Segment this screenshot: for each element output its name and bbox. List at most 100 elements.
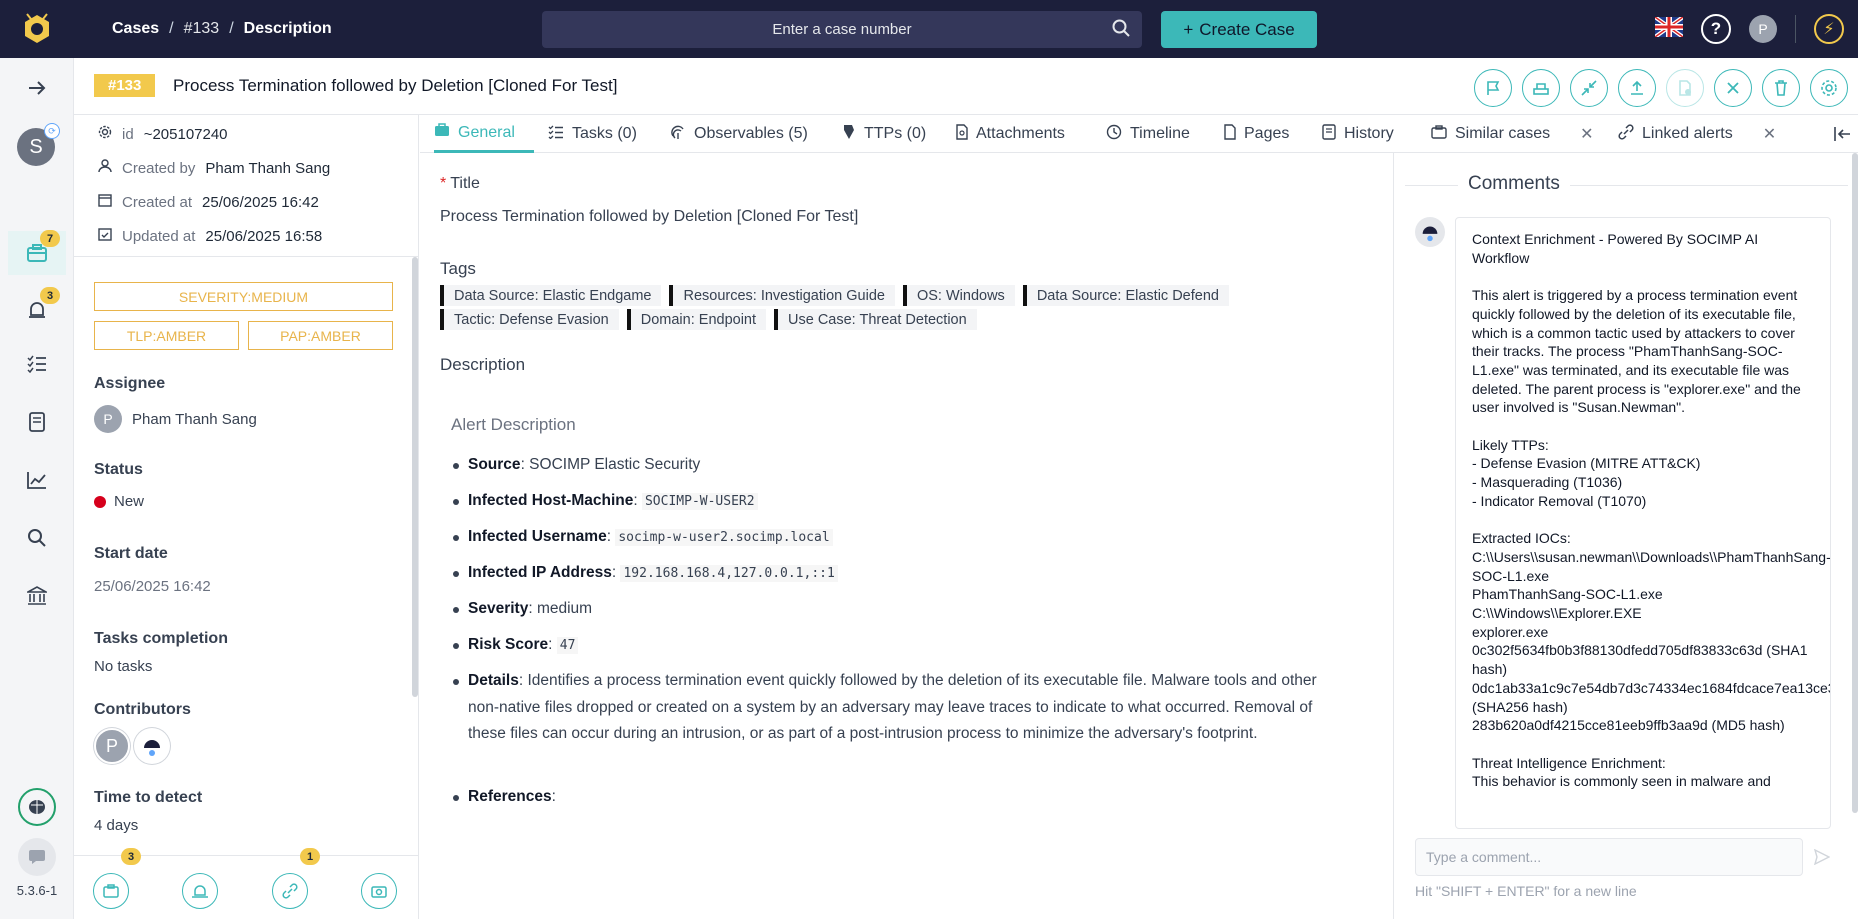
close-tab-icon[interactable]: ✕ — [1580, 124, 1593, 144]
tab-linked-alerts[interactable]: Linked alerts ✕ — [1618, 115, 1776, 153]
created-at-value: 25/06/2025 16:42 — [202, 193, 319, 211]
briefcase-icon — [434, 123, 450, 142]
tlp-badge[interactable]: TLP:AMBER — [94, 321, 239, 350]
meta-id: id ~205107240 — [98, 125, 228, 143]
comments-scrollbar[interactable] — [1852, 153, 1858, 813]
search-placeholder: Enter a case number — [772, 21, 912, 38]
screenshot-button[interactable] — [361, 873, 397, 909]
gear-icon — [98, 125, 112, 143]
created-at-label: Created at — [122, 193, 193, 211]
search-icon[interactable] — [1112, 19, 1130, 41]
list-item: References: — [453, 784, 1348, 811]
assignee[interactable]: P Pham Thanh Sang — [94, 405, 257, 433]
tab-attachments[interactable]: Attachments — [956, 115, 1065, 153]
case-header: #133 Process Termination followed by Del… — [74, 58, 1858, 115]
side-panel-scrollbar[interactable] — [412, 257, 418, 697]
tag[interactable]: Data Source: Elastic Defend — [1022, 285, 1229, 306]
id-label: id — [122, 125, 134, 143]
breadcrumb-case[interactable]: #133 — [184, 20, 220, 38]
alerts-count-badge: 3 — [40, 287, 60, 304]
add-attachment-button[interactable] — [1666, 69, 1704, 107]
tag[interactable]: Tactic: Defense Evasion — [440, 309, 619, 330]
breadcrumb-cases[interactable]: Cases — [112, 20, 159, 38]
nav-organisation-icon[interactable] — [22, 581, 52, 611]
export-button[interactable] — [1618, 69, 1656, 107]
delete-button[interactable] — [1762, 69, 1800, 107]
status-dot-icon — [94, 495, 106, 508]
nav-search-icon[interactable] — [22, 523, 52, 553]
severity-value: : medium — [528, 600, 593, 617]
list-item: Source: SOCIMP Elastic Security — [453, 452, 1348, 479]
tag[interactable]: Domain: Endpoint — [626, 309, 767, 330]
app-logo[interactable] — [0, 0, 74, 58]
tab-ttps[interactable]: TTPs (0) — [842, 115, 926, 153]
uk-flag-icon[interactable] — [1653, 15, 1685, 41]
collapse-panel-icon[interactable] — [1834, 115, 1852, 153]
close-tab-icon[interactable]: ✕ — [1763, 124, 1776, 144]
tags-row: Tactic: Defense Evasion Domain: Endpoint… — [440, 309, 977, 330]
fingerprint-icon — [670, 124, 686, 145]
sync-icon: ⟳ — [44, 123, 60, 139]
close-case-button[interactable] — [1714, 69, 1752, 107]
contributor-bot-avatar[interactable] — [134, 728, 170, 764]
breadcrumb-separator: / — [169, 20, 174, 37]
alerts-siren-button[interactable] — [182, 873, 218, 909]
title-value[interactable]: Process Termination followed by Deletion… — [440, 208, 858, 226]
start-date-value[interactable]: 25/06/2025 16:42 — [94, 578, 211, 595]
nav-dashboard[interactable] — [22, 465, 52, 495]
cases-count-badge: 7 — [40, 230, 60, 247]
merge-button[interactable] — [1570, 69, 1608, 107]
tab-tasks[interactable]: Tasks (0) — [548, 115, 637, 153]
tag[interactable]: OS: Windows — [902, 285, 1015, 306]
tab-linked-label: Linked alerts — [1642, 125, 1733, 142]
tab-history[interactable]: History — [1322, 115, 1394, 153]
contributor-avatar[interactable]: P — [94, 728, 130, 764]
tab-timeline[interactable]: Timeline — [1106, 115, 1190, 153]
assignee-name: Pham Thanh Sang — [132, 410, 257, 428]
tab-similar-cases[interactable]: Similar cases ✕ — [1431, 115, 1594, 153]
tag[interactable]: Data Source: Elastic Endgame — [440, 285, 662, 306]
risk-value: 47 — [556, 637, 579, 654]
top-bar-right: ? P ⚡ — [1653, 0, 1858, 58]
pap-badge[interactable]: PAP:AMBER — [248, 321, 393, 350]
briefcase-icon — [1431, 124, 1447, 144]
plus-icon: + — [1183, 19, 1194, 39]
case-search-input[interactable]: Enter a case number — [542, 11, 1142, 48]
related-cases-button[interactable] — [93, 873, 129, 909]
case-title: Process Termination followed by Deletion… — [173, 76, 618, 95]
tag[interactable]: Resources: Investigation Guide — [669, 285, 895, 306]
help-icon[interactable]: ? — [1701, 14, 1731, 44]
tag[interactable]: Use Case: Threat Detection — [774, 309, 977, 330]
start-date-label: Start date — [94, 545, 168, 562]
ai-brain-icon[interactable] — [18, 788, 56, 826]
expand-arrow-icon[interactable] — [22, 73, 52, 103]
case-actions — [1474, 69, 1858, 107]
tab-observables-label: Observables (5) — [694, 125, 808, 142]
created-by-label: Created by — [122, 159, 196, 177]
colon: : — [551, 788, 556, 805]
user-avatar[interactable]: P — [1749, 15, 1777, 43]
links-button[interactable] — [272, 873, 308, 909]
tab-observables[interactable]: Observables (5) — [670, 115, 808, 153]
tab-general[interactable]: General — [434, 115, 534, 153]
flag-button[interactable] — [1474, 69, 1512, 107]
severity-badge[interactable]: SEVERITY:MEDIUM — [94, 282, 393, 311]
links-badge: 1 — [300, 848, 320, 865]
run-responders-button[interactable] — [1522, 69, 1560, 107]
comment-input[interactable]: Type a comment... — [1415, 838, 1803, 876]
nav-knowledge[interactable] — [22, 407, 52, 437]
contributors-list: P — [94, 728, 170, 764]
send-icon[interactable] — [1813, 848, 1831, 869]
nav-tasks[interactable] — [22, 349, 52, 379]
status-value[interactable]: New — [94, 493, 144, 510]
chat-icon[interactable] — [18, 838, 56, 876]
app-version: 5.3.6-1 — [16, 883, 58, 898]
lightning-icon[interactable]: ⚡ — [1814, 14, 1844, 44]
related-cases-badge: 3 — [121, 848, 141, 865]
tab-pages[interactable]: Pages — [1224, 115, 1289, 153]
case-number-badge: #133 — [94, 74, 156, 97]
settings-gear-button[interactable] — [1810, 69, 1848, 107]
updated-at-label: Updated at — [122, 227, 196, 245]
comment-author-avatar — [1415, 217, 1445, 247]
create-case-button[interactable]: + Create Case — [1161, 11, 1317, 48]
